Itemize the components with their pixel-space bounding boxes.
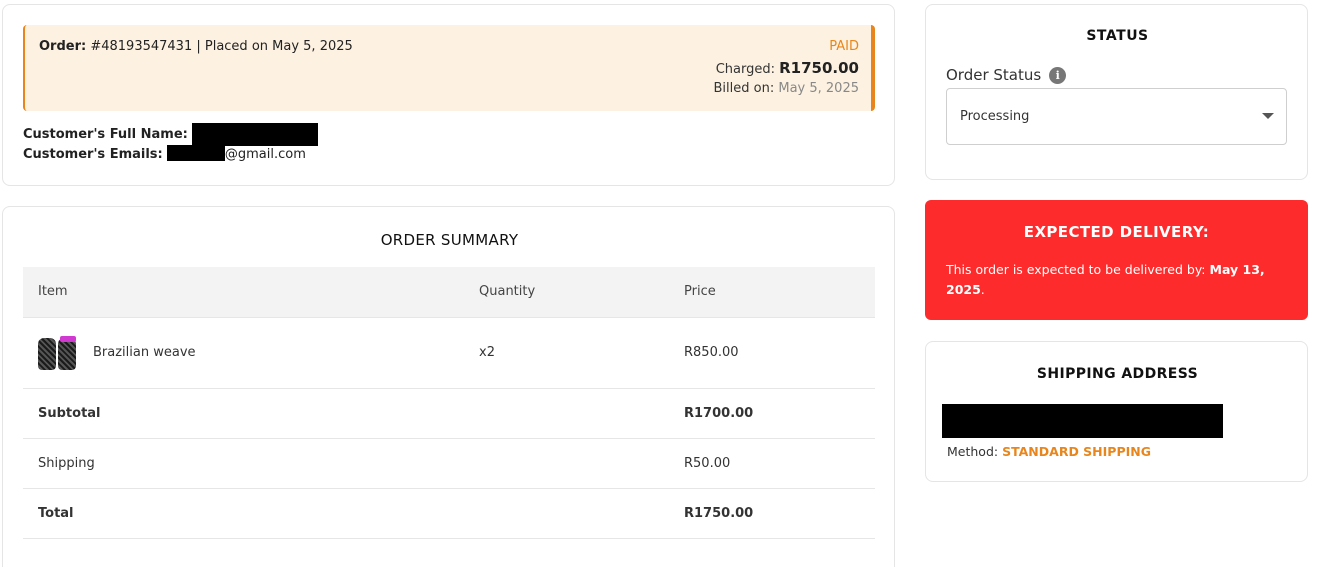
delivery-text: This order is expected to be delivered b… — [946, 260, 1286, 300]
header-item: Item — [23, 267, 464, 317]
order-info-card: Order: #48193547431 | Placed on May 5, 2… — [2, 4, 895, 186]
order-status-select[interactable]: Processing — [946, 88, 1287, 145]
customer-name-label: Customer's Full Name: — [23, 127, 188, 142]
billed-date: May 5, 2025 — [778, 81, 859, 96]
expected-delivery-card: EXPECTED DELIVERY: This order is expecte… — [925, 200, 1308, 320]
item-cell: Brazilian weave — [38, 334, 464, 372]
item-price: R850.00 — [669, 316, 875, 388]
subtotal-value: R1700.00 — [669, 387, 875, 438]
customer-name-redacted — [191, 123, 318, 146]
order-label: Order: — [39, 39, 87, 54]
shipping-value: R50.00 — [669, 437, 875, 488]
header-quantity: Quantity — [464, 267, 669, 317]
shipping-method-label: Method: — [947, 444, 999, 459]
order-summary-table: Item Quantity Price Brazilian weave x2 R… — [23, 267, 875, 539]
billed-label: Billed on: — [713, 81, 775, 96]
shipping-label: Shipping — [23, 437, 464, 488]
total-row: Total R1750.00 — [23, 487, 875, 539]
total-label: Total — [23, 487, 464, 539]
customer-email-suffix: @gmail.com — [224, 147, 306, 162]
shipping-method-row: Method: STANDARD SHIPPING — [947, 444, 1151, 459]
charged-amount: R1750.00 — [779, 59, 859, 77]
item-quantity: x2 — [464, 316, 669, 388]
order-summary-title: ORDER SUMMARY — [380, 231, 519, 249]
customer-email-redacted — [166, 145, 225, 161]
header-price: Price — [669, 267, 875, 317]
order-status-selected: Processing — [960, 109, 1030, 124]
order-placed: | Placed on May 5, 2025 — [196, 39, 353, 54]
order-status-label-row: Order Status i — [946, 66, 1067, 84]
info-icon[interactable]: i — [1049, 66, 1067, 84]
status-card: STATUS Order Status i Processing — [925, 4, 1308, 180]
shipping-address-title: SHIPPING ADDRESS — [1036, 366, 1199, 382]
chevron-down-icon — [1262, 113, 1274, 119]
table-header-row: Item Quantity Price — [23, 267, 875, 317]
shipping-method-value: STANDARD SHIPPING — [1002, 444, 1151, 459]
shipping-row: Shipping R50.00 — [23, 437, 875, 488]
item-name: Brazilian weave — [93, 345, 196, 360]
delivery-message: This order is expected to be delivered b… — [946, 262, 1206, 277]
delivery-suffix: . — [980, 282, 985, 297]
total-value: R1750.00 — [669, 487, 875, 539]
customer-emails-row: Customer's Emails: @gmail.com — [23, 145, 306, 162]
delivery-title: EXPECTED DELIVERY: — [1023, 223, 1210, 241]
customer-name-row: Customer's Full Name: — [23, 123, 318, 146]
order-status-label: Order Status — [946, 66, 1042, 84]
status-title: STATUS — [1086, 28, 1149, 44]
customer-emails-label: Customer's Emails: — [23, 147, 163, 162]
charged-label: Charged: — [715, 62, 775, 77]
charged-line: Charged: R1750.00 — [716, 59, 859, 77]
shipping-address-card: SHIPPING ADDRESS Method: STANDARD SHIPPI… — [925, 341, 1308, 482]
order-summary-card: ORDER SUMMARY Item Quantity Price Brazil… — [2, 206, 895, 567]
shipping-address-redacted — [942, 404, 1223, 438]
billed-line: Billed on: May 5, 2025 — [714, 81, 860, 96]
table-row: Brazilian weave x2 R850.00 — [23, 316, 875, 388]
payment-status-badge: PAID — [829, 39, 859, 54]
subtotal-row: Subtotal R1700.00 — [23, 387, 875, 438]
order-number: #48193547431 — [90, 39, 193, 54]
product-thumbnail[interactable] — [38, 334, 79, 372]
subtotal-label: Subtotal — [23, 387, 464, 438]
order-line: Order: #48193547431 | Placed on May 5, 2… — [39, 39, 353, 54]
order-banner: Order: #48193547431 | Placed on May 5, 2… — [23, 25, 875, 111]
